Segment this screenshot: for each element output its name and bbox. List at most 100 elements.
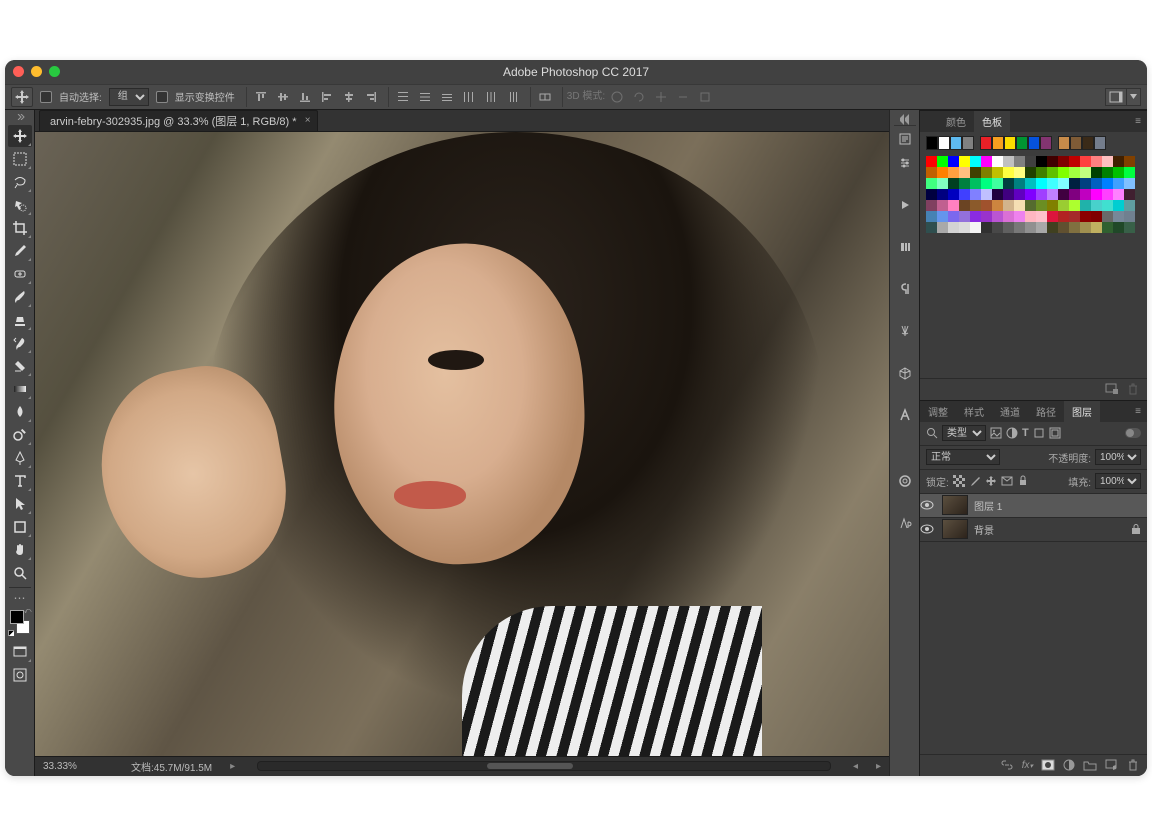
swatch[interactable] (1047, 156, 1058, 167)
swatch[interactable] (1036, 189, 1047, 200)
layer-name[interactable]: 背景 (974, 522, 994, 537)
swatch[interactable] (1091, 167, 1102, 178)
delete-swatch-icon[interactable] (1127, 383, 1139, 395)
swatch[interactable] (1080, 167, 1091, 178)
swatch[interactable] (1036, 200, 1047, 211)
swatch[interactable] (1058, 156, 1069, 167)
character-panel-icon[interactable] (894, 404, 916, 426)
swatch[interactable] (1058, 211, 1069, 222)
canvas[interactable] (35, 132, 889, 756)
swatch[interactable] (1003, 156, 1014, 167)
filter-smart-icon[interactable] (1049, 427, 1061, 439)
swatch[interactable] (981, 156, 992, 167)
swatch[interactable] (1091, 222, 1102, 233)
tab-layers[interactable]: 图层 (1064, 401, 1100, 422)
swatch[interactable] (959, 156, 970, 167)
swatch[interactable] (1124, 178, 1135, 189)
swatch[interactable] (1124, 156, 1135, 167)
swatch[interactable] (926, 211, 937, 222)
history-brush-tool[interactable] (8, 332, 32, 354)
swatch[interactable] (1091, 189, 1102, 200)
swatch[interactable] (992, 189, 1003, 200)
swatch[interactable] (1102, 178, 1113, 189)
swatch[interactable] (1102, 189, 1113, 200)
swatch[interactable] (1113, 189, 1124, 200)
brush-panel-icon[interactable] (894, 236, 916, 258)
layer-thumbnail[interactable] (942, 495, 968, 515)
filter-shape-icon[interactable] (1033, 427, 1045, 439)
swatch[interactable] (970, 167, 981, 178)
active-tool-indicator[interactable] (11, 87, 33, 107)
layer-fx-icon[interactable]: fx▾ (1022, 760, 1033, 771)
swatch[interactable] (992, 222, 1003, 233)
workspace-layout-button[interactable] (1105, 88, 1127, 106)
swatch[interactable] (1003, 200, 1014, 211)
swatch[interactable] (1113, 156, 1124, 167)
swatch[interactable] (948, 178, 959, 189)
swatch[interactable] (1047, 189, 1058, 200)
swatch[interactable] (962, 136, 974, 150)
swatch[interactable] (1014, 189, 1025, 200)
swatch[interactable] (1025, 167, 1036, 178)
swatch[interactable] (1113, 167, 1124, 178)
distribute-right-icon[interactable] (503, 87, 523, 107)
show-transform-checkbox[interactable] (156, 91, 168, 103)
swatch[interactable] (1014, 178, 1025, 189)
swatch[interactable] (1069, 222, 1080, 233)
swatch[interactable] (992, 167, 1003, 178)
swatch[interactable] (970, 178, 981, 189)
paragraph-panel-icon[interactable] (894, 278, 916, 300)
swatch[interactable] (1069, 211, 1080, 222)
expand-strip-icon[interactable] (894, 114, 916, 126)
filter-toggle[interactable] (1125, 428, 1141, 438)
tab-paths[interactable]: 路径 (1028, 401, 1064, 422)
swatch[interactable] (970, 156, 981, 167)
swatch[interactable] (1047, 178, 1058, 189)
swatch[interactable] (1069, 167, 1080, 178)
swatch[interactable] (981, 222, 992, 233)
swatch[interactable] (1025, 211, 1036, 222)
blend-mode-dropdown[interactable]: 正常 (926, 449, 1000, 465)
swatch[interactable] (926, 178, 937, 189)
swatch[interactable] (937, 211, 948, 222)
scrollbar-thumb[interactable] (487, 763, 573, 769)
swatch[interactable] (1025, 222, 1036, 233)
type-style-panel-icon[interactable] (894, 512, 916, 534)
swatch[interactable] (1014, 200, 1025, 211)
tab-styles[interactable]: 样式 (956, 401, 992, 422)
swatch[interactable] (1124, 167, 1135, 178)
marquee-tool[interactable] (8, 148, 32, 170)
swatch[interactable] (1014, 211, 1025, 222)
distribute-left-icon[interactable] (459, 87, 479, 107)
swatch[interactable] (981, 200, 992, 211)
swatch[interactable] (1069, 189, 1080, 200)
dodge-tool[interactable] (8, 424, 32, 446)
lasso-tool[interactable] (8, 171, 32, 193)
layers-panel-menu-icon[interactable]: ≡ (1129, 401, 1147, 422)
layer-filter-kind[interactable]: 类型 (942, 425, 986, 441)
swatch[interactable] (1036, 156, 1047, 167)
filter-adjust-icon[interactable] (1006, 427, 1018, 439)
properties-panel-icon[interactable] (894, 152, 916, 174)
lock-pos-icon[interactable] (985, 475, 997, 487)
minimize-window-button[interactable] (31, 66, 42, 77)
visibility-toggle-icon[interactable] (920, 500, 936, 510)
type-tool[interactable] (8, 470, 32, 492)
distribute-hcenter-icon[interactable] (481, 87, 501, 107)
swatch[interactable] (1058, 136, 1070, 150)
new-swatch-icon[interactable] (1105, 383, 1119, 395)
adjustment-layer-icon[interactable] (1063, 759, 1075, 771)
swap-colors-icon[interactable]: ⤺ (24, 608, 31, 616)
distribute-vcenter-icon[interactable] (415, 87, 435, 107)
hand-tool[interactable] (8, 539, 32, 561)
fill-field[interactable]: 100% (1095, 473, 1141, 489)
orbit-3d-icon[interactable] (607, 87, 627, 107)
lock-pixel-icon[interactable] (969, 475, 981, 487)
swatch[interactable] (1047, 200, 1058, 211)
horizontal-scrollbar[interactable] (257, 761, 831, 771)
swatch[interactable] (926, 167, 937, 178)
swatch[interactable] (992, 136, 1004, 150)
swatch[interactable] (1069, 200, 1080, 211)
lock-artboard-icon[interactable] (1001, 475, 1013, 487)
swatch[interactable] (1102, 211, 1113, 222)
